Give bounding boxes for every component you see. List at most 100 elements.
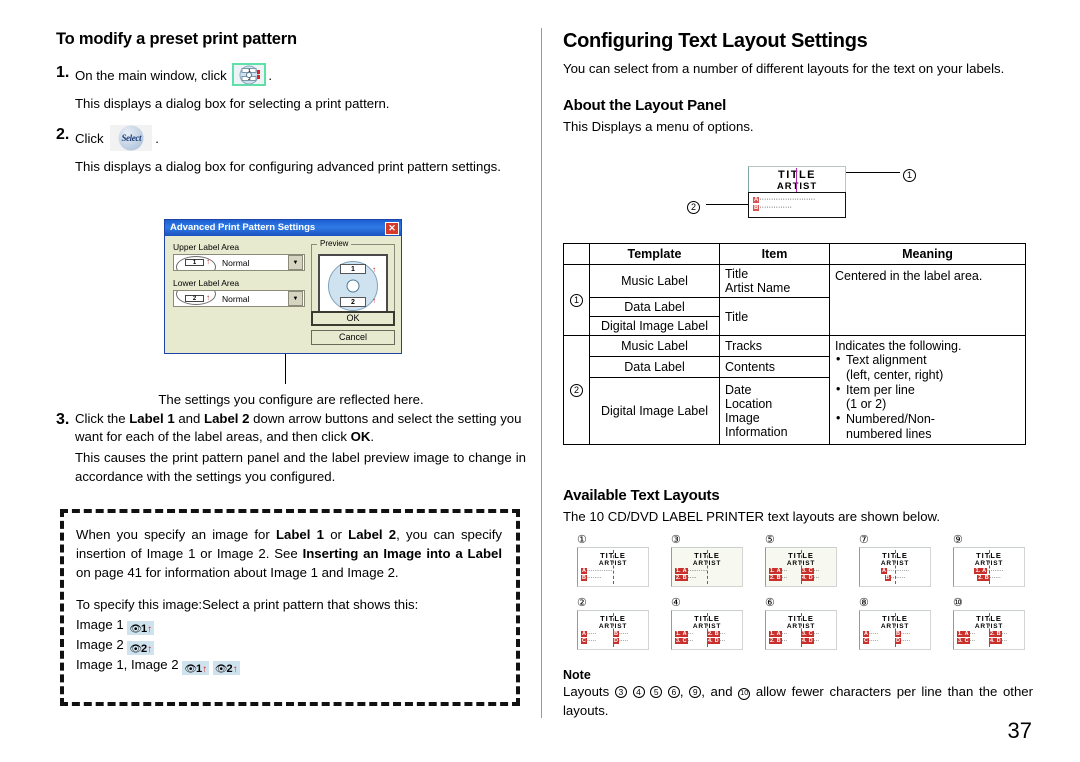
- layout-line-segment: 1. A···: [769, 631, 788, 637]
- layout-line-tag: A: [581, 631, 587, 637]
- note-circle-6: 6: [667, 686, 680, 698]
- group-2-circle: 2: [570, 383, 583, 397]
- available-layouts-heading: Available Text Layouts: [563, 487, 720, 504]
- layout-line-segment: 2. B···: [769, 638, 788, 644]
- layout-thumbnail-1[interactable]: TITLE ARTIST A·············· B········: [577, 547, 649, 587]
- bullet-3: Numbered/Non-: [835, 411, 1020, 427]
- layout-number-1: ①: [577, 534, 587, 546]
- group-2-meaning: Indicates the following. Text alignment …: [829, 335, 1026, 445]
- layout-thumbnail-7[interactable]: TITLE ARTIST A············ B········: [859, 547, 931, 587]
- layout-center-guide: [895, 550, 896, 584]
- layout-line-tag: A: [681, 568, 688, 574]
- layout-cell-6: ⑥ TITLE ARTIST 1. A··· 3. C··· 2. B··· 4. D···: [751, 596, 845, 650]
- layout-line-tag: A: [775, 631, 782, 637]
- page-title: Configuring Text Layout Settings: [563, 30, 868, 52]
- layout-line-segment: 4. D···: [707, 638, 726, 644]
- layout-line-tag: A: [581, 568, 587, 574]
- layout-line-index: 2.: [769, 638, 776, 644]
- upper-label-area-value: Normal: [222, 257, 250, 268]
- layout-line-segment: 1. A···: [675, 631, 694, 637]
- callout-1-circle: 1: [903, 169, 916, 182]
- layout-line-tag: A: [881, 568, 887, 574]
- layout-center-guide: [801, 550, 802, 584]
- layout-line-index: 2.: [675, 575, 682, 581]
- preview-legend: Preview: [317, 239, 352, 248]
- g1-item-2: Title: [719, 297, 830, 336]
- layout-thumbnail-6[interactable]: TITLE ARTIST 1. A··· 3. C··· 2. B··· 4. D···: [765, 610, 837, 650]
- advanced-print-pattern-dialog[interactable]: Advanced Print Pattern Settings ✕ Upper …: [164, 219, 402, 354]
- layout-line-segment: 2. B···: [989, 631, 1008, 637]
- step-3-number: 3.: [56, 411, 70, 428]
- callout-1-number: 1: [903, 166, 916, 184]
- layout-thumbnail-10[interactable]: TITLE ARTIST 1. A··· 2. B··· 3. C··· 4. D···: [953, 610, 1025, 650]
- layout-line-tag: B: [713, 631, 720, 637]
- layout-line-segment: 1. A···: [957, 631, 976, 637]
- table-row: 2 Music Label Tracks Indicates the follo…: [563, 335, 1026, 445]
- layout-thumbnail-2[interactable]: TITLE ARTIST A····· B····· C····· D·····: [577, 610, 649, 650]
- callout-2-circle: 2: [687, 201, 700, 214]
- layout-line-segment: 2. B···: [769, 575, 788, 581]
- step-2-text-after: .: [155, 131, 159, 147]
- upper-arrow-icon: ↑: [206, 257, 210, 266]
- layout-cell-7: ⑦ TITLE ARTIST A············ B········: [845, 533, 939, 587]
- note-heading: Note: [563, 668, 591, 682]
- image-1-chip-b: 👁1↑: [182, 661, 210, 676]
- upper-chevron-down-icon[interactable]: ▼: [288, 255, 303, 270]
- select-button-icon[interactable]: Select: [110, 125, 153, 152]
- layout-thumbnail-4[interactable]: TITLE ARTIST 1. A··· 2. B··· 3. C··· 4. D···: [671, 610, 743, 650]
- lower-arrow-icon: ↑: [206, 293, 210, 302]
- ok-button[interactable]: OK: [311, 311, 395, 326]
- image-2-chip-b: 👁2↑: [212, 661, 240, 676]
- callout-2-line: [706, 204, 748, 205]
- upper-label-area-combo[interactable]: 1 ↑ Normal ▼: [173, 254, 305, 271]
- th-meaning: Meaning: [829, 243, 1026, 265]
- layout-center-guide: [989, 613, 990, 647]
- g2-item-3: Date Location Image Information: [719, 376, 830, 445]
- about-layout-panel-heading: About the Layout Panel: [563, 97, 727, 115]
- up-arrow-icon: ↑: [232, 664, 238, 676]
- cancel-button[interactable]: Cancel: [311, 330, 395, 345]
- layout-thumbnail-8[interactable]: TITLE ARTIST A····· B····· C····· D·····: [859, 610, 931, 650]
- layout-panel-illustration: TITLE ARTIST A························ B…: [563, 158, 1033, 238]
- image-eye-icon: 👁: [129, 623, 142, 635]
- preview-hole-shape: [346, 279, 360, 292]
- layout-center-guide: [613, 550, 614, 584]
- layout-thumbnail-9[interactable]: TITLE ARTIST 1. A········· 2. B······: [953, 547, 1025, 587]
- panel-title-text: TITLE: [777, 169, 817, 181]
- step-1-text-after: .: [268, 68, 273, 83]
- layout-line-segment: 3. C···: [957, 638, 976, 644]
- up-arrow-icon: ↑: [147, 644, 153, 656]
- cd-pattern-button-icon[interactable]: 1 2: [232, 63, 267, 86]
- step-1-result: This displays a dialog box for selecting…: [75, 96, 390, 111]
- step-3-text: Click the Label 1 and Label 2 down arrow…: [75, 411, 522, 444]
- layout-line-tag: C: [581, 638, 587, 644]
- image-2-label: Image 2: [76, 637, 124, 653]
- layout-thumbnail-5[interactable]: TITLE ARTIST 1. A··· 3. C··· 2. B··· 4. D···: [765, 547, 837, 587]
- step-2: 2. Click Select .: [56, 125, 526, 152]
- layout-line-tag: B: [681, 575, 688, 581]
- layout-number-6: ⑥: [765, 597, 775, 609]
- layout-line-tag: D: [807, 638, 814, 644]
- layout-thumbnail-3[interactable]: TITLE ARTIST 1. A··········· 2. B·····: [671, 547, 743, 587]
- image-eye-icon: 👁: [129, 644, 142, 656]
- dialog-leader-line: [285, 354, 286, 384]
- layout-cell-8: ⑧ TITLE ARTIST A····· B····· C····· D·····: [845, 596, 939, 650]
- layout-line-tag: A: [681, 631, 688, 637]
- step-3: 3. Click the Label 1 and Label 2 down ar…: [56, 410, 526, 446]
- layout-line-segment: D·····: [895, 638, 911, 644]
- note-circle-4: 4: [632, 686, 645, 698]
- lower-icon-number: 2: [185, 295, 204, 302]
- group-2-number-cell: 2: [563, 335, 590, 445]
- image-note-paragraph-1: When you specify an image for Label 1 or…: [76, 527, 502, 581]
- layout-center-guide: [801, 613, 802, 647]
- upper-icon-number: 1: [185, 259, 204, 266]
- lower-label-area-combo[interactable]: 2 ↑ Normal ▼: [173, 290, 305, 307]
- layout-number-5: ⑤: [765, 534, 775, 546]
- close-icon[interactable]: ✕: [385, 221, 399, 235]
- lower-chevron-down-icon[interactable]: ▼: [288, 291, 303, 306]
- layout-line-segment: 3. C···: [801, 568, 820, 574]
- th-item: Item: [719, 243, 830, 265]
- lower-label-area-icon: 2 ↑: [174, 291, 218, 306]
- panel-line-a-tag: A: [753, 197, 760, 203]
- layout-line-tag: B: [775, 638, 782, 644]
